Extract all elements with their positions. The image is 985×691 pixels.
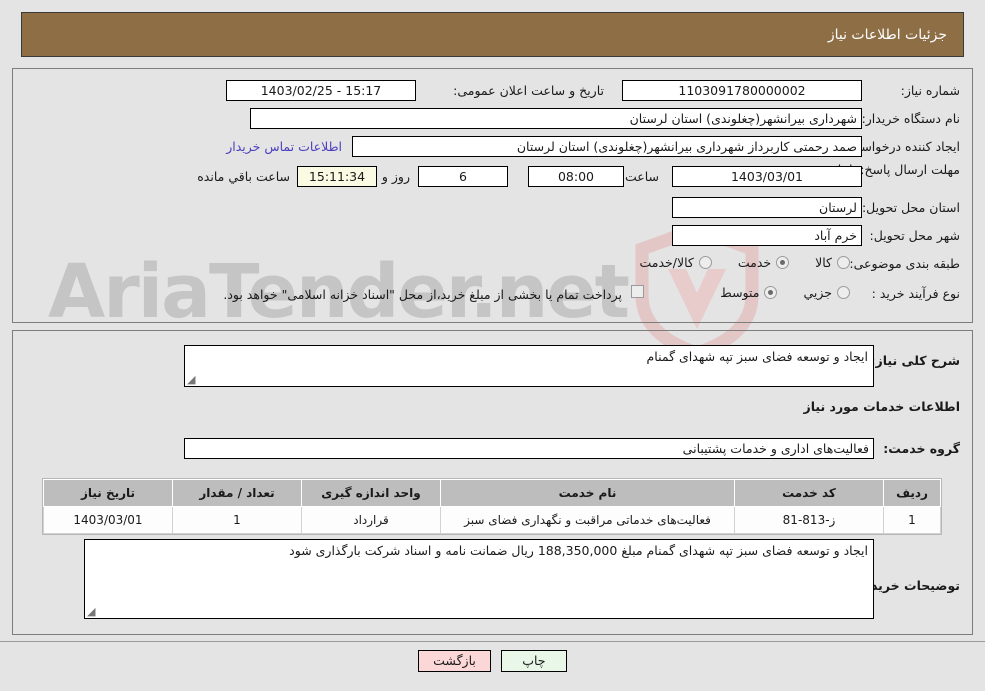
radio-goods-service-icon[interactable] [698,256,712,269]
cell-need-date: 1403/03/01 [43,506,173,534]
back-button[interactable]: بازگشت [418,650,491,672]
process-option-minor[interactable]: جزیي [803,285,850,300]
treasury-note-text: پرداخت تمام یا بخشی از مبلغ خرید،از محل … [223,287,622,302]
category-option-goods-service[interactable]: کالا/خدمت [639,255,712,270]
category-label: طبقه بندی موضوعی: [849,256,960,271]
delivery-province-label: استان محل تحویل: [861,200,960,215]
category-option-service[interactable]: خدمت [737,255,790,270]
general-desc-value: ایجاد و توسعه فضای سبز تپه شهدای گمنام [646,349,868,364]
days-remaining-value: 6 [418,166,508,187]
buyer-contact-link[interactable]: اطلاعات تماس خریدار [226,139,342,154]
process-option-medium[interactable]: متوسط [720,285,778,300]
delivery-province-value: لرستان [672,197,862,218]
need-number-value: 1103091780000002 [622,80,862,101]
table-row[interactable]: 1 ز-813-81 فعالیت‌های خدماتی مراقبت و نگ… [43,506,941,534]
category-option-goods-label: کالا [815,255,832,270]
cell-service-code: ز-813-81 [734,506,884,534]
delivery-city-label: شهر محل تحویل: [869,228,960,243]
cell-unit: قرارداد [301,506,441,534]
service-group-value: فعالیت‌های اداری و خدمات پشتیبانی [184,438,874,459]
cell-service-name: فعالیت‌های خدماتی مراقبت و نگهداری فضای … [440,506,735,534]
public-announce-value: 1403/02/25 - 15:17 [226,80,416,101]
th-need-date: تاریخ نیاز [43,479,173,507]
table-header-row: ردیف کد خدمت نام خدمت واحد اندازه گیری ت… [43,479,941,507]
radio-minor-icon[interactable] [837,286,850,299]
bottom-divider [0,641,985,642]
requester-label: ایجاد کننده درخواست: [844,139,960,154]
treasury-docs-checkbox[interactable] [631,285,644,298]
buyer-org-value: شهرداری بیرانشهر(چغلوندی) استان لرستان [250,108,862,129]
category-option-goods[interactable]: کالا [815,255,850,270]
th-service-code: کد خدمت [734,479,884,507]
countdown-timer-value: 15:11:34 [297,166,377,187]
general-desc-textarea[interactable]: ایجاد و توسعه فضای سبز تپه شهدای گمنام ◣ [184,345,874,387]
action-button-row: چاپ بازگشت [0,650,985,672]
page-title: جزئیات اطلاعات نیاز [827,26,947,43]
general-desc-label: شرح کلی نیاز: [870,353,960,368]
services-table: ردیف کد خدمت نام خدمت واحد اندازه گیری ت… [43,479,941,534]
print-button[interactable]: چاپ [500,650,567,672]
cell-row-no: 1 [883,506,941,534]
th-quantity: تعداد / مقدار [172,479,302,507]
deadline-date-value: 1403/03/01 [672,166,862,187]
process-option-minor-label: جزیي [803,285,832,300]
category-option-goods-service-label: کالا/خدمت [639,255,694,270]
page-root: جزئیات اطلاعات نیاز شماره نیاز: 11030917… [0,0,985,691]
countdown-label: ساعت باقي مانده [197,169,290,184]
process-label: نوع فرآیند خرید : [871,286,960,301]
page-title-bar: جزئیات اطلاعات نیاز [21,12,964,57]
category-option-service-label: خدمت [737,255,772,270]
services-table-wrapper: ردیف کد خدمت نام خدمت واحد اندازه گیری ت… [42,478,942,535]
buyer-notes-value: ایجاد و توسعه فضای سبز تپه شهدای گمنام م… [289,543,868,558]
deadline-hour-value: 08:00 [528,166,624,187]
radio-goods-icon[interactable] [837,256,850,269]
services-section-heading: اطلاعات خدمات مورد نیاز [803,399,961,414]
service-group-label: گروه خدمت: [883,441,960,456]
resize-grip-icon[interactable]: ◣ [187,373,197,386]
need-number-label: شماره نیاز: [900,83,960,98]
buyer-org-label: نام دستگاه خریدار: [861,111,960,126]
th-service-name: نام خدمت [440,479,735,507]
radio-service-icon[interactable] [776,256,790,269]
need-info-panel: شماره نیاز: 1103091780000002 تاریخ و ساع… [12,68,973,323]
hour-label: ساعت [624,169,659,184]
delivery-city-value: خرم آباد [672,225,862,246]
radio-medium-icon[interactable] [764,286,778,299]
process-option-medium-label: متوسط [720,285,760,300]
days-remaining-label: روز و [381,169,410,184]
buyer-notes-textarea[interactable]: ایجاد و توسعه فضای سبز تپه شهدای گمنام م… [84,539,874,619]
th-unit: واحد اندازه گیری [301,479,441,507]
requester-value: صمد رحمتی کاربرداز شهرداری بیرانشهر(چغلو… [352,136,862,157]
cell-quantity: 1 [172,506,302,534]
th-row-no: ردیف [883,479,941,507]
buyer-notes-resize-grip-icon[interactable]: ◣ [87,605,97,618]
public-announce-label: تاریخ و ساعت اعلان عمومی: [453,83,604,98]
